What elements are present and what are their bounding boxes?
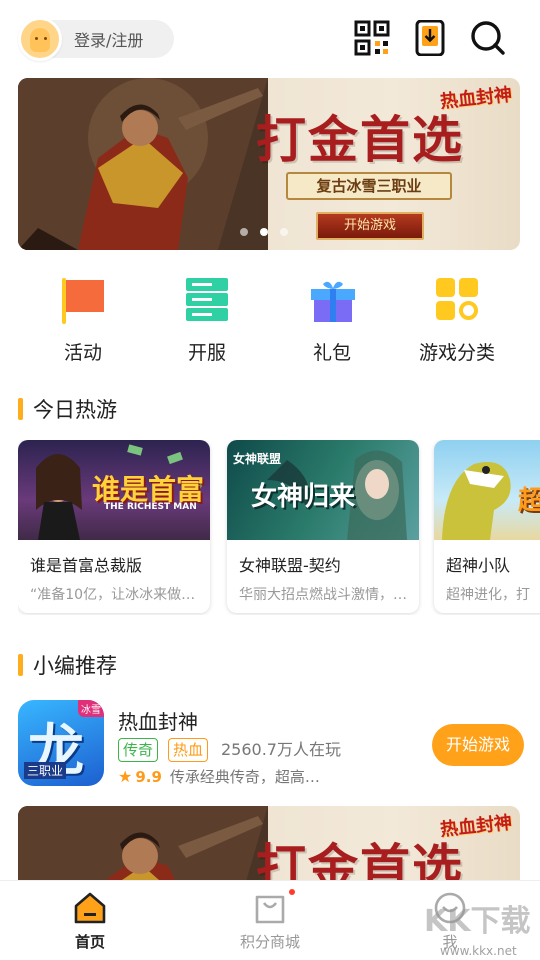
notification-dot [289, 889, 295, 895]
game-desc: 传承经典传奇，超高… [169, 768, 320, 786]
carousel-dot[interactable] [260, 228, 268, 236]
home-icon [73, 891, 107, 925]
login-label: 登录/注册 [74, 31, 144, 50]
promo-banner[interactable]: 打金首选 复古冰雪三职业 开始游戏 热血封神 [18, 78, 520, 250]
site-watermark-url: www.kkx.net [440, 944, 517, 958]
game-card[interactable]: 谁是首富 THE RICHEST MAN 谁是首富总裁版 “准备10亿，让冰冰来… [18, 440, 210, 613]
nav-server-label: 开服 [187, 342, 226, 364]
header: 登录/注册 [0, 0, 540, 78]
nav-gift-label: 礼包 [312, 342, 351, 364]
nav-category-label: 游戏分类 [418, 342, 495, 364]
site-watermark: KK下载 [424, 904, 531, 939]
section-hot-label: 今日热游 [33, 398, 117, 422]
nav-activity[interactable]: 活动 [28, 276, 138, 365]
quick-nav: 活动 开服 礼包 游戏分类 [0, 276, 540, 366]
tag-legend: 传奇 [118, 738, 159, 762]
card-art-logo: 女神联盟 [233, 452, 282, 466]
banner-game-logo: 热血封神 [439, 84, 514, 113]
game-card-image: 谁是首富 THE RICHEST MAN [18, 440, 210, 540]
game-desc: “准备10亿，让冰冰来做… [30, 587, 196, 603]
game-name: 谁是首富总裁版 [30, 556, 143, 575]
card-art-subtitle: THE RICHEST MAN [104, 502, 197, 512]
section-recommend-title: 小编推荐 [18, 650, 117, 680]
qr-code-icon[interactable] [354, 20, 390, 56]
flag-icon [60, 276, 106, 324]
card-art-title: 超 [518, 486, 540, 516]
nav-server[interactable]: 开服 [152, 276, 262, 365]
section-marker [18, 654, 23, 676]
tab-points-mall[interactable]: 积分商城 [215, 889, 325, 952]
banner-subtitle: 复古冰雪三职业 [286, 172, 452, 200]
recommended-game-item[interactable]: 龙 三职业 冰雪 热血封神 传奇 热血 2560.7万人在玩 ★ 9.9 传承经… [18, 700, 524, 787]
download-phone-icon[interactable] [412, 19, 448, 57]
banner-start-button[interactable]: 开始游戏 [316, 212, 424, 240]
card-art-title: 女神归来 [251, 482, 356, 512]
tab-points-mall-label: 积分商城 [239, 933, 300, 951]
game-name: 女神联盟-契约 [239, 556, 341, 575]
game-name: 超神小队 [446, 556, 511, 575]
nav-gift[interactable]: 礼包 [277, 276, 387, 365]
carousel-dot[interactable] [280, 228, 288, 236]
shopping-bag-icon [253, 889, 295, 925]
game-desc: 华丽大招点燃战斗激情，… [239, 587, 407, 603]
game-card-image: 超 [434, 440, 540, 540]
game-card[interactable]: 超 超神小队 超神进化，打 [434, 440, 540, 613]
nav-category[interactable]: 游戏分类 [402, 276, 512, 365]
search-icon[interactable] [470, 20, 506, 56]
tab-home-label: 首页 [74, 933, 105, 951]
app-icon-badge: 冰雪 [78, 700, 104, 717]
nav-activity-label: 活动 [63, 342, 102, 364]
avatar [18, 17, 62, 61]
game-desc: 超神进化，打 [446, 587, 530, 603]
banner-title: 打金首选 [256, 110, 464, 169]
carousel-indicator [240, 228, 288, 236]
rating-row: ★ 9.9 传承经典传奇，超高… [118, 766, 320, 787]
banner-game-logo: 热血封神 [439, 812, 514, 841]
section-marker [18, 398, 23, 420]
promo-banner-secondary[interactable]: 打金首选 热血封神 [18, 806, 520, 886]
star-icon: ★ [118, 767, 133, 786]
warrior-illustration [18, 806, 268, 886]
hot-games-carousel[interactable]: 谁是首富 THE RICHEST MAN 谁是首富总裁版 “准备10亿，让冰冰来… [18, 440, 540, 615]
tag-hot-blood: 热血 [168, 738, 209, 762]
rating-score: 9.9 [135, 767, 162, 786]
game-app-icon: 龙 三职业 冰雪 [18, 700, 104, 786]
game-card[interactable]: 女神联盟 女神归来 女神联盟-契约 华丽大招点燃战斗激情，… [227, 440, 419, 613]
server-icon [184, 276, 230, 322]
gift-icon [309, 276, 355, 322]
game-name: 热血封神 [118, 710, 198, 734]
tab-home[interactable]: 首页 [35, 891, 145, 952]
player-count: 2560.7万人在玩 [221, 740, 341, 759]
login-register-button[interactable]: 登录/注册 [18, 17, 174, 61]
start-game-button[interactable]: 开始游戏 [432, 724, 524, 766]
carousel-dot[interactable] [240, 228, 248, 236]
section-recommend-label: 小编推荐 [33, 654, 117, 678]
app-icon-subtitle: 三职业 [24, 762, 67, 779]
category-grid-icon [434, 276, 480, 322]
banner-title: 打金首选 [256, 838, 464, 886]
game-card-image: 女神联盟 女神归来 [227, 440, 419, 540]
warrior-illustration [18, 78, 268, 250]
section-hot-title: 今日热游 [18, 394, 117, 424]
